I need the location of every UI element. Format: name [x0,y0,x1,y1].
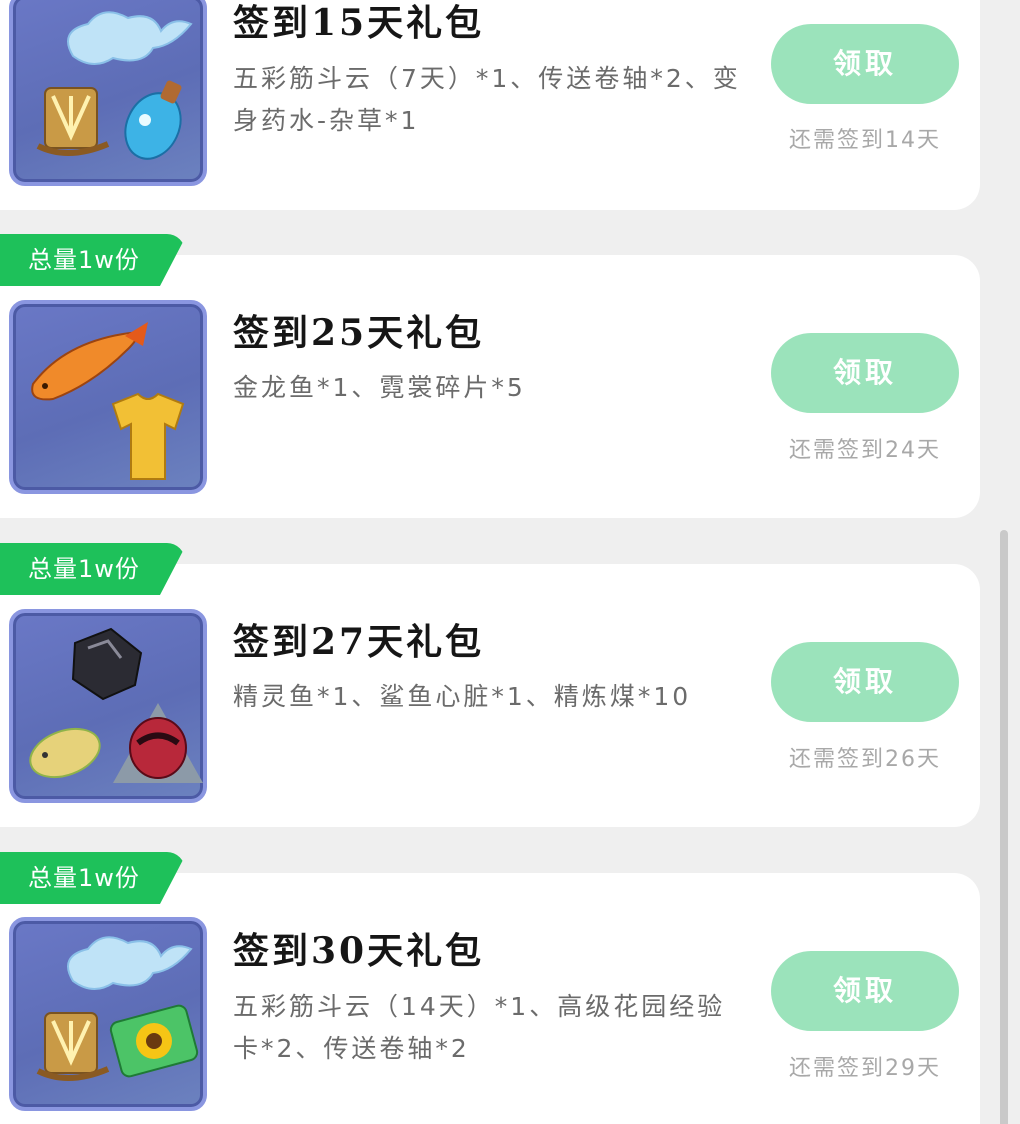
quantity-badge: 总量1w份 [0,852,185,904]
scroll-icon [36,87,110,157]
remaining-days-text: 还需签到26天 [789,747,941,772]
gift-title: 签到25天礼包 [233,312,485,354]
gift-title: 签到30天礼包 [233,930,485,972]
gift-thumb-27-days [9,609,207,803]
gift-thumb-15-days [9,0,207,186]
claim-button[interactable]: 领取 [771,24,959,104]
gift-description: 金龙鱼*1、霓裳碎片*5 [233,373,526,402]
shirt-icon [111,392,185,480]
quantity-badge: 总量1w份 [0,543,185,595]
arowana-fish-icon [31,322,148,401]
remaining-days-text: 还需签到29天 [789,1056,941,1081]
shark-heart-icon [113,703,203,783]
potion-icon [124,80,182,160]
claim-button[interactable]: 领取 [771,642,959,722]
spirit-fish-icon [29,727,101,779]
gift-title: 签到15天礼包 [233,2,485,44]
remaining-days-text: 还需签到14天 [789,128,941,153]
gift-description: 五彩筋斗云（7天）*1、传送卷轴*2、变身药水-杂草*1 [233,64,741,135]
checkin-gift-list: 签到15天礼包 五彩筋斗云（7天）*1、传送卷轴*2、变身药水-杂草*1 领取 … [0,0,1020,1124]
gift-thumb-25-days [9,300,207,494]
claim-button[interactable]: 领取 [771,951,959,1031]
scrollbar[interactable] [1000,530,1008,1124]
gift-thumb-30-days [9,917,207,1111]
remaining-days-text: 还需签到24天 [789,438,941,463]
claim-button[interactable]: 领取 [771,333,959,413]
cloud-icon [67,11,193,65]
cloud-icon [67,936,193,990]
gift-title: 签到27天礼包 [233,621,485,663]
gift-description: 五彩筋斗云（14天）*1、高级花园经验卡*2、传送卷轴*2 [233,992,726,1063]
gift-description: 精灵鱼*1、鲨鱼心脏*1、精炼煤*10 [233,682,692,711]
quantity-badge: 总量1w份 [0,234,185,286]
coal-icon [71,627,143,701]
scroll-icon [36,1012,110,1082]
sunflower-card-icon [109,1004,199,1078]
